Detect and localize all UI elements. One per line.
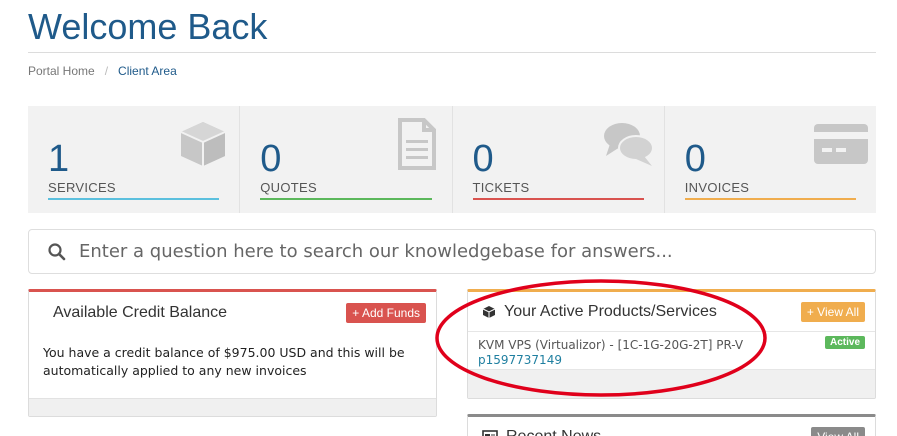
view-all-news-button[interactable]: View All <box>811 427 865 436</box>
breadcrumb-current[interactable]: Client Area <box>118 64 177 78</box>
cube-icon <box>180 122 226 166</box>
add-funds-button[interactable]: + Add Funds <box>346 303 426 323</box>
invoices-label: INVOICES <box>684 180 750 195</box>
newspaper-icon <box>482 430 498 436</box>
cube-icon <box>482 305 496 318</box>
products-panel-header: Your Active Products/Services + View All <box>468 292 875 332</box>
status-badge: Active <box>824 336 865 349</box>
product-name: KVM VPS (Virtualizor) - [1C-1G-20G-2T] P… <box>478 338 744 352</box>
credit-panel-header: Available Credit Balance + Add Funds <box>29 292 436 334</box>
news-panel-title: Recent News <box>506 428 601 436</box>
breadcrumb: Portal Home / Client Area <box>28 64 177 78</box>
quotes-underline <box>260 198 432 200</box>
services-tile[interactable]: 1 SERVICES <box>28 106 241 213</box>
invoices-tile[interactable]: 0 INVOICES <box>665 106 876 213</box>
active-products-panel: Your Active Products/Services + View All… <box>467 289 876 399</box>
search-icon[interactable] <box>47 242 67 262</box>
credit-panel-title: Available Credit Balance <box>53 304 228 321</box>
credit-balance-text: You have a credit balance of $975.00 USD… <box>43 345 405 378</box>
services-underline <box>48 198 220 200</box>
document-icon <box>397 118 436 170</box>
invoices-underline <box>684 198 856 200</box>
news-panel-header: Recent News View All <box>468 417 875 436</box>
credit-panel-footer <box>29 398 436 416</box>
recent-news-panel: Recent News View All <box>467 414 876 436</box>
credit-card-icon <box>814 124 868 164</box>
chat-bubbles-icon <box>603 123 654 166</box>
quotes-label: QUOTES <box>260 180 317 195</box>
quotes-count: 0 <box>260 138 282 180</box>
page-title: Welcome Back <box>28 6 268 47</box>
quotes-tile[interactable]: 0 QUOTES <box>240 106 453 213</box>
product-domain-link[interactable]: p1597737149 <box>478 353 865 367</box>
knowledgebase-search <box>28 229 876 274</box>
tickets-underline <box>472 198 644 200</box>
invoices-count: 0 <box>684 138 706 180</box>
tickets-label: TICKETS <box>472 180 530 195</box>
services-count: 1 <box>48 138 70 180</box>
product-list-item[interactable]: KVM VPS (Virtualizor) - [1C-1G-20G-2T] P… <box>468 332 875 370</box>
breadcrumb-home-link[interactable]: Portal Home <box>28 64 95 78</box>
services-label: SERVICES <box>48 180 116 195</box>
view-all-products-button[interactable]: + View All <box>800 301 865 322</box>
title-divider <box>28 52 876 53</box>
tickets-tile[interactable]: 0 TICKETS <box>453 106 665 213</box>
credit-balance-panel: Available Credit Balance + Add Funds You… <box>28 289 437 417</box>
breadcrumb-separator: / <box>104 64 109 78</box>
knowledgebase-search-input[interactable] <box>79 230 875 273</box>
tickets-count: 0 <box>472 138 494 180</box>
products-panel-footer <box>468 370 875 398</box>
stats-tiles: 1 SERVICES 0 QUOTES 0 TICKETS 0 INVOICES <box>28 106 876 213</box>
products-panel-title: Your Active Products/Services <box>504 302 717 320</box>
